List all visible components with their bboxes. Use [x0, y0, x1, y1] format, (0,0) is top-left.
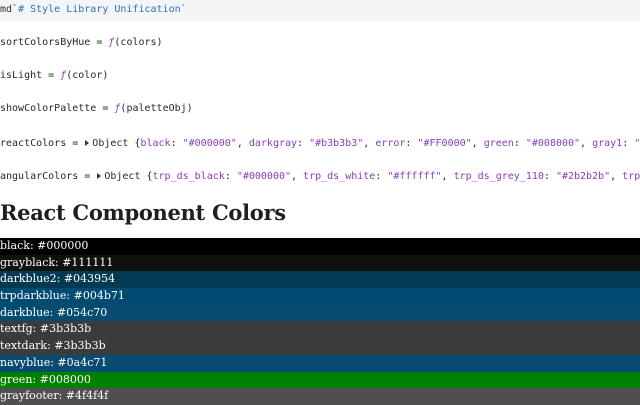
color-swatch-list: black: #000000 grayblack: #111111 darkblue…: [0, 238, 640, 405]
cell-name: angularColors: [0, 171, 79, 182]
object-value: "#008000": [525, 138, 581, 149]
color-swatch-row: black: #000000: [0, 238, 640, 255]
object-key: gray1: [592, 138, 623, 149]
object-entries: trp_ds_black: "#000000", trp_ds_white: "…: [153, 171, 640, 182]
markdown-heading-source: # Style Library Unification`: [18, 4, 187, 15]
object-key: green: [483, 138, 514, 149]
cell-angular-colors[interactable]: angularColors = Object {trp_ds_black: "#…: [0, 170, 640, 184]
function-args: (paletteObj): [120, 103, 193, 114]
object-key: trp_ds_grey_110: [453, 171, 544, 182]
cell-name: reactColors: [0, 138, 67, 149]
object-value: "#000000": [236, 171, 291, 182]
cell-name: sortColorsByHue: [0, 37, 91, 48]
section-title: React Component Colors: [0, 200, 286, 225]
color-swatch-row: grayblack: #111111: [0, 254, 640, 272]
object-key: trp_ds_white: [303, 171, 376, 182]
expand-triangle-icon[interactable]: [85, 140, 90, 146]
cell-sort-colors-by-hue[interactable]: sortColorsByHue = ƒ(colors): [0, 36, 640, 50]
cell-name: isLight: [0, 70, 43, 81]
object-value: "#787778: [634, 138, 640, 149]
object-value: "#2b2b2b": [555, 171, 611, 182]
object-value: "#ffffff": [387, 171, 442, 182]
object-key: trp_ds_gre: [622, 171, 640, 182]
cell-show-color-palette[interactable]: showColorPalette = ƒ(paletteObj): [0, 102, 640, 116]
cell-react-colors[interactable]: reactColors = Object {black: "#000000", …: [0, 137, 640, 151]
object-key: error: [375, 138, 406, 149]
markdown-prefix: md`: [0, 4, 19, 15]
color-swatch-row: textfg: #3b3b3b: [0, 321, 640, 339]
object-label: Object: [104, 171, 141, 182]
object-key: trp_ds_black: [152, 171, 225, 182]
color-swatch-row: darkblue2: #043954: [0, 271, 640, 289]
color-swatch-row: navyblue: #0a4c71: [0, 354, 640, 372]
object-key: black: [140, 138, 171, 149]
markdown-cell[interactable]: md`# Style Library Unification`: [0, 0, 640, 21]
cell-is-light[interactable]: isLight = ƒ(color): [0, 69, 640, 83]
expand-triangle-icon[interactable]: [97, 173, 102, 179]
function-args: (colors): [114, 37, 163, 48]
function-args: (color): [66, 70, 109, 81]
color-swatch-row: textdark: #3b3b3b: [0, 338, 640, 355]
cell-name: showColorPalette: [0, 103, 97, 114]
object-key: darkgray: [248, 138, 298, 149]
object-label: Object: [92, 138, 129, 149]
color-swatch-row: darkblue: #054c70: [0, 304, 640, 322]
object-value: "#b3b3b3": [309, 138, 364, 149]
color-swatch-row: green: #008000: [0, 371, 640, 389]
object-value: "#FF0000": [417, 138, 472, 149]
color-swatch-row: grayfooter: #4f4f4f: [0, 388, 640, 405]
object-entries: black: "#000000", darkgray: "#b3b3b3", e…: [140, 138, 640, 149]
object-value: "#000000": [182, 138, 237, 149]
color-swatch-row: trpdarkblue: #004b71: [0, 288, 640, 305]
